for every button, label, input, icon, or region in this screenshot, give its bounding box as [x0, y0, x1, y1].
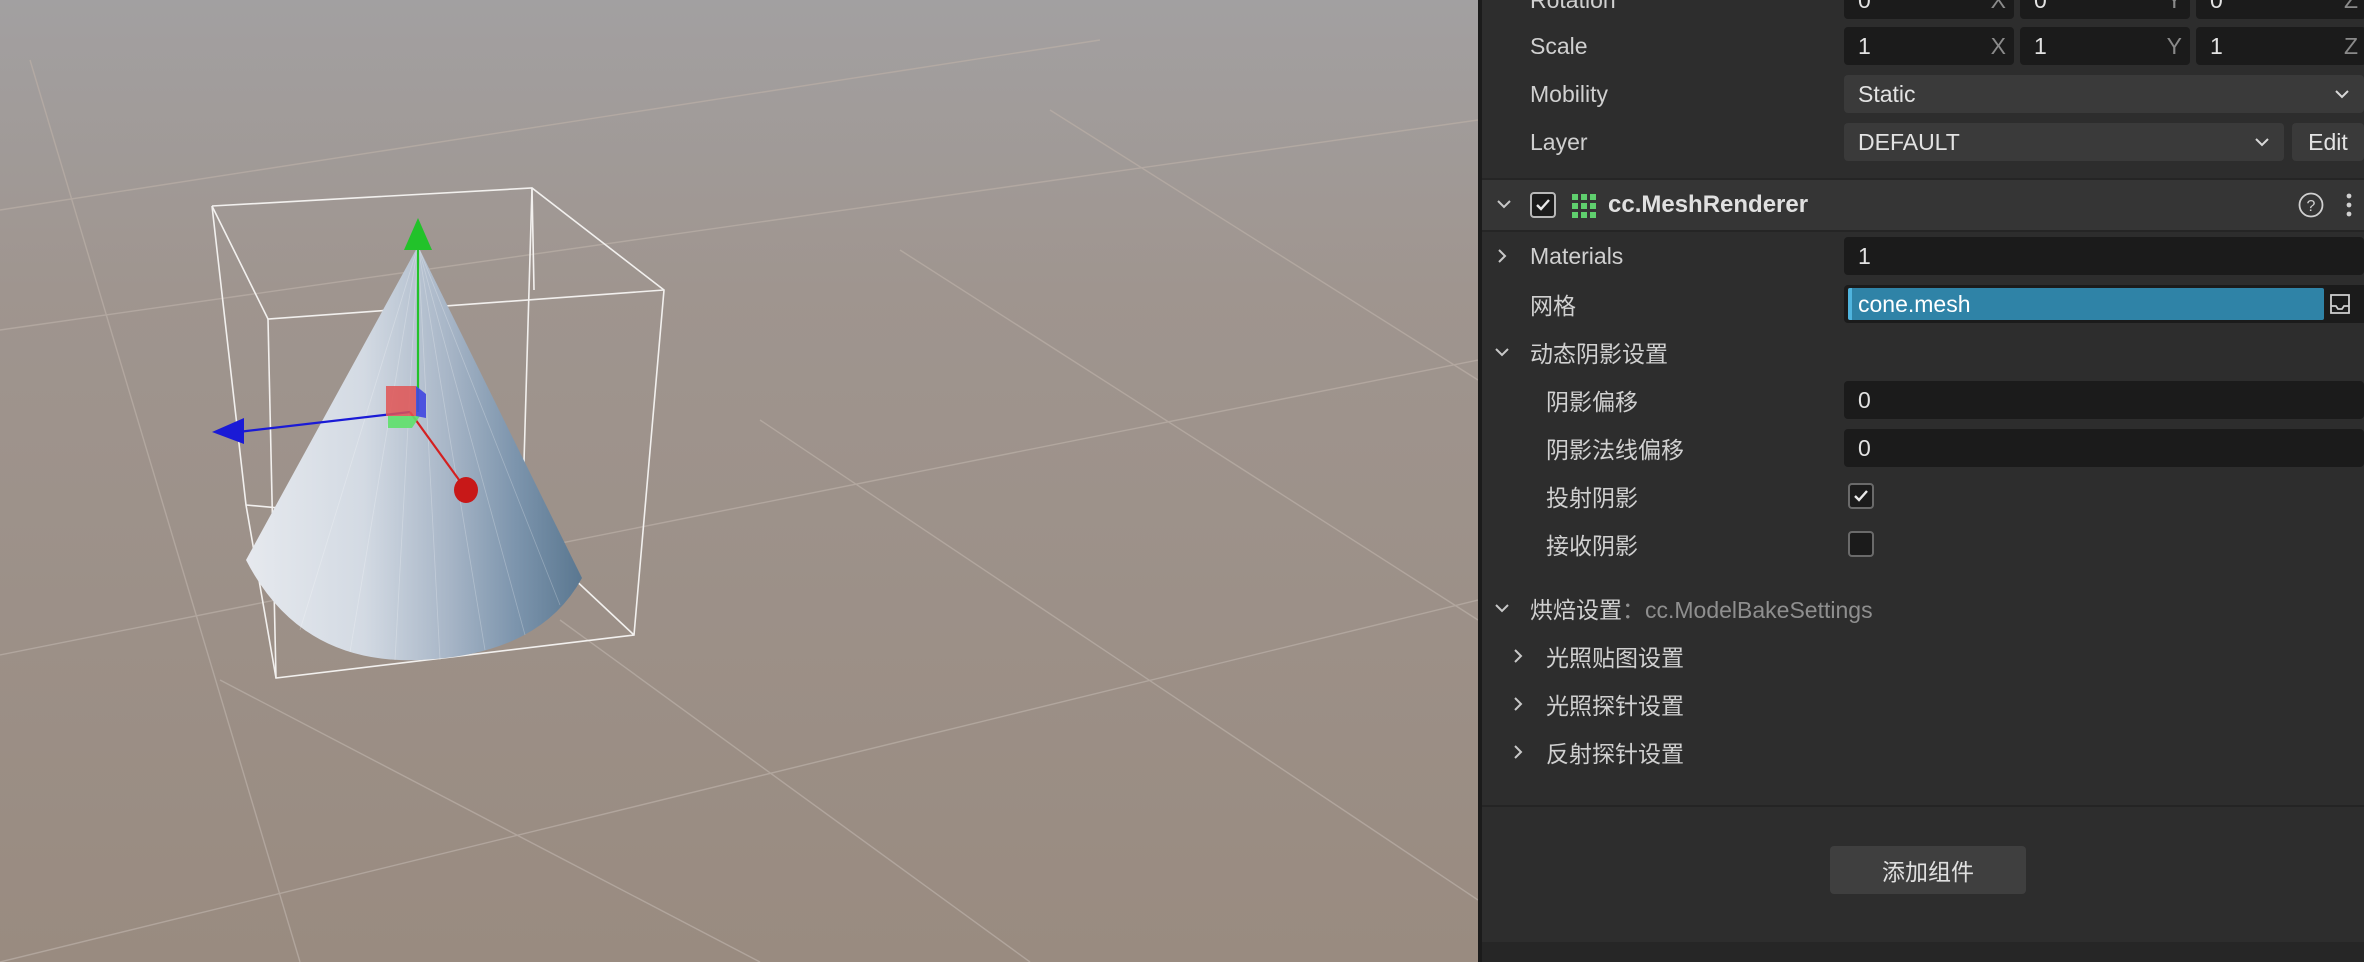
collapse-chevron-icon[interactable]: [1492, 598, 1512, 618]
scene-canvas[interactable]: [0, 0, 1478, 962]
mesh-label: 网格: [1530, 293, 1576, 319]
expand-chevron-icon[interactable]: [1492, 246, 1512, 266]
rotation-y-input[interactable]: 0 Y: [2020, 0, 2190, 19]
editor-window: Rotation 0 X 0 Y 0 Z Scale 1 X 1 Y: [0, 0, 2364, 962]
shadow-bias-row: 阴影偏移 0: [1482, 376, 2364, 424]
chevron-down-icon: [2335, 90, 2349, 99]
scale-x-value: 1: [1858, 32, 1871, 59]
next-panel-header[interactable]: [1482, 942, 2364, 962]
collapse-chevron-icon[interactable]: [1494, 194, 1514, 214]
layer-row: Layer DEFAULT Edit: [1482, 118, 2364, 166]
expand-chevron-icon[interactable]: [1508, 694, 1528, 714]
scale-label: Scale: [1530, 32, 1588, 59]
receive-shadows-row: 接收阴影: [1482, 520, 2364, 568]
dynamic-shadow-section[interactable]: 动态阴影设置: [1482, 328, 2364, 376]
lightmap-settings-label: 光照贴图设置: [1546, 645, 1684, 671]
mesh-row: 网格 cone.mesh: [1482, 280, 2364, 328]
gizmo-y-arrow-icon: [404, 218, 432, 250]
scale-z-value: 1: [2210, 32, 2223, 59]
expand-chevron-icon[interactable]: [1508, 742, 1528, 762]
rotation-z-value: 0: [2210, 0, 2223, 14]
mesh-asset-chip[interactable]: cone.mesh: [1848, 288, 2324, 320]
materials-row: Materials 1: [1482, 232, 2364, 280]
shadow-normal-bias-input[interactable]: 0: [1844, 429, 2364, 467]
reflection-probe-settings-row[interactable]: 反射探针设置: [1482, 728, 2364, 776]
light-probe-settings-label: 光照探针设置: [1546, 693, 1684, 719]
cast-shadows-checkbox[interactable]: [1848, 483, 1874, 509]
gizmo-center-box-icon: [386, 386, 416, 416]
more-options-icon[interactable]: [2344, 192, 2354, 218]
asset-locate-icon[interactable]: [2328, 293, 2352, 315]
shadow-normal-bias-label: 阴影法线偏移: [1546, 437, 1684, 463]
receive-shadows-checkbox[interactable]: [1848, 531, 1874, 557]
shadow-bias-value: 0: [1858, 386, 1871, 413]
materials-count-input[interactable]: 1: [1844, 237, 2364, 275]
dynamic-shadow-label: 动态阴影设置: [1530, 341, 1668, 367]
rotation-y-axis-label: Y: [2167, 0, 2182, 14]
mobility-label: Mobility: [1530, 80, 1608, 107]
scale-z-axis-label: Z: [2343, 32, 2358, 59]
rotation-row: Rotation 0 X 0 Y 0 Z: [1482, 0, 2364, 24]
cast-shadows-label: 投射阴影: [1546, 485, 1638, 511]
mobility-select[interactable]: Static: [1844, 75, 2364, 113]
scale-y-axis-label: Y: [2166, 32, 2182, 59]
checkmark-icon: [1854, 490, 1868, 502]
scale-z-input[interactable]: 1 Z: [2196, 27, 2364, 65]
shadow-bias-label: 阴影偏移: [1546, 389, 1638, 415]
add-component-button[interactable]: 添加组件: [1830, 846, 2026, 894]
scale-x-axis-label: X: [1990, 32, 2006, 59]
gizmo-z-arrow-icon: [212, 418, 244, 444]
collapse-chevron-icon[interactable]: [1492, 342, 1512, 362]
rotation-z-axis-label: Z: [2344, 0, 2358, 14]
svg-text:?: ?: [2307, 198, 2316, 215]
shadow-bias-input[interactable]: 0: [1844, 381, 2364, 419]
inspector-panel: Rotation 0 X 0 Y 0 Z Scale 1 X 1 Y: [1482, 0, 2364, 962]
rotation-x-axis-label: X: [1991, 0, 2006, 14]
receive-shadows-label: 接收阴影: [1546, 533, 1638, 559]
layer-edit-button[interactable]: Edit: [2292, 123, 2364, 161]
rotation-z-input[interactable]: 0 Z: [2196, 0, 2364, 19]
bake-settings-type-hint: ：cc.ModelBakeSettings: [1622, 597, 1873, 623]
component-enabled-checkbox[interactable]: [1530, 192, 1556, 218]
mesh-renderer-header[interactable]: cc.MeshRenderer ?: [1482, 178, 2364, 232]
cast-shadows-row: 投射阴影: [1482, 472, 2364, 520]
mobility-row: Mobility Static: [1482, 70, 2364, 118]
rotation-label: Rotation: [1530, 0, 1616, 14]
checkmark-icon: [1536, 199, 1550, 211]
layer-value: DEFAULT: [1858, 128, 1960, 155]
rotation-x-value: 0: [1858, 0, 1871, 14]
cone-mesh: [246, 245, 582, 661]
bake-settings-section[interactable]: 烘焙设置：cc.ModelBakeSettings: [1482, 584, 2364, 632]
gizmo-x-handle-icon: [454, 477, 478, 503]
rotation-y-value: 0: [2034, 0, 2047, 14]
rotation-x-input[interactable]: 0 X: [1844, 0, 2014, 19]
scale-row: Scale 1 X 1 Y 1 Z: [1482, 22, 2364, 70]
scale-y-input[interactable]: 1 Y: [2020, 27, 2190, 65]
scale-x-input[interactable]: 1 X: [1844, 27, 2014, 65]
scene-viewport[interactable]: [0, 0, 1478, 962]
mobility-value: Static: [1858, 80, 1916, 107]
scale-y-value: 1: [2034, 32, 2047, 59]
help-icon[interactable]: ?: [2298, 192, 2324, 218]
bake-settings-label: 烘焙设置：cc.ModelBakeSettings: [1530, 591, 1873, 625]
section-divider: [1482, 805, 2364, 807]
materials-count-value: 1: [1858, 242, 1871, 269]
reflection-probe-settings-label: 反射探针设置: [1546, 741, 1684, 767]
lightmap-settings-row[interactable]: 光照贴图设置: [1482, 632, 2364, 680]
shadow-normal-bias-row: 阴影法线偏移 0: [1482, 424, 2364, 472]
ground-grid: [0, 39, 1478, 962]
mesh-asset-field[interactable]: cone.mesh: [1844, 285, 2364, 323]
materials-label: Materials: [1530, 242, 1624, 269]
expand-chevron-icon[interactable]: [1508, 646, 1528, 666]
light-probe-settings-row[interactable]: 光照探针设置: [1482, 680, 2364, 728]
mesh-renderer-grid-icon: [1572, 194, 1596, 218]
bake-settings-title: 烘焙设置: [1530, 597, 1622, 623]
component-title: cc.MeshRenderer: [1608, 191, 1809, 218]
shadow-normal-bias-value: 0: [1858, 434, 1871, 461]
chevron-down-icon: [2255, 138, 2269, 147]
layer-label: Layer: [1530, 128, 1588, 155]
layer-select[interactable]: DEFAULT: [1844, 123, 2284, 161]
